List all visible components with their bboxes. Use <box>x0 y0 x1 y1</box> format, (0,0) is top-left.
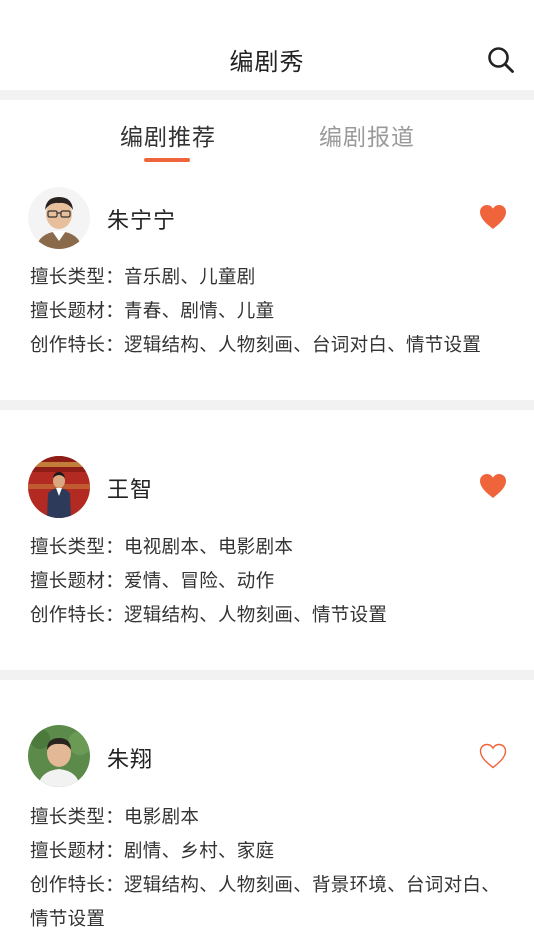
favorite-button[interactable] <box>478 742 508 770</box>
heart-outline-icon[interactable] <box>478 742 508 770</box>
writer-types: 擅长类型：电影剧本 <box>30 807 200 828</box>
tab-reports[interactable]: 编剧报道 <box>319 118 415 152</box>
writer-card[interactable]: 王智 擅长类型：电视剧本、电影剧本 擅长题材：爱情、冒险、动作 创作特长：逻辑结… <box>0 410 534 670</box>
writer-name: 朱翔 <box>107 748 154 773</box>
tab-recommended[interactable]: 编剧推荐 <box>120 118 216 152</box>
avatar-image <box>28 187 90 249</box>
writer-details: 擅长类型：电视剧本、电影剧本 擅长题材：爱情、冒险、动作 创作特长：逻辑结构、人… <box>30 531 514 633</box>
writer-name: 王智 <box>107 478 154 503</box>
avatar[interactable] <box>28 187 90 249</box>
heart-filled-icon[interactable] <box>478 472 508 500</box>
writer-types: 擅长类型：电视剧本、电影剧本 <box>30 537 294 558</box>
writer-details: 擅长类型：音乐剧、儿童剧 擅长题材：青春、剧情、儿童 创作特长：逻辑结构、人物刻… <box>30 261 514 363</box>
writer-types: 擅长类型：音乐剧、儿童剧 <box>30 267 256 288</box>
card-divider <box>0 670 534 680</box>
writer-topics: 擅长题材：剧情、乡村、家庭 <box>30 841 275 862</box>
writer-topics: 擅长题材：爱情、冒险、动作 <box>30 571 275 592</box>
writer-card[interactable]: 朱宁宁 擅长类型：音乐剧、儿童剧 擅长题材：青春、剧情、儿童 创作特长：逻辑结构… <box>0 170 534 400</box>
tab-bar: 编剧推荐 编剧报道 <box>0 100 534 170</box>
writer-strengths: 创作特长：逻辑结构、人物刻画、台词对白、情节设置 <box>30 335 482 356</box>
card-divider <box>0 400 534 410</box>
active-tab-indicator <box>144 158 190 162</box>
writer-name: 朱宁宁 <box>107 209 177 234</box>
avatar-image <box>28 456 90 518</box>
writer-details: 擅长类型：电影剧本 擅长题材：剧情、乡村、家庭 创作特长：逻辑结构、人物刻画、背… <box>30 801 514 937</box>
writer-topics: 擅长题材：青春、剧情、儿童 <box>30 301 275 322</box>
heart-filled-icon[interactable] <box>478 203 508 231</box>
writer-strengths: 创作特长：逻辑结构、人物刻画、情节设置 <box>30 605 388 626</box>
writer-strengths: 创作特长：逻辑结构、人物刻画、背景环境、台词对白、情节设置 <box>30 875 501 930</box>
app-header: 编剧秀 <box>0 0 534 90</box>
favorite-button[interactable] <box>478 203 508 231</box>
avatar-image <box>28 725 90 787</box>
avatar[interactable] <box>28 456 90 518</box>
page-title: 编剧秀 <box>229 48 305 76</box>
writer-card[interactable]: 朱翔 擅长类型：电影剧本 擅长题材：剧情、乡村、家庭 创作特长：逻辑结构、人物刻… <box>0 680 534 950</box>
avatar[interactable] <box>28 725 90 787</box>
favorite-button[interactable] <box>478 472 508 500</box>
search-icon[interactable] <box>486 45 516 75</box>
header-divider <box>0 90 534 100</box>
search-button[interactable] <box>486 45 516 75</box>
